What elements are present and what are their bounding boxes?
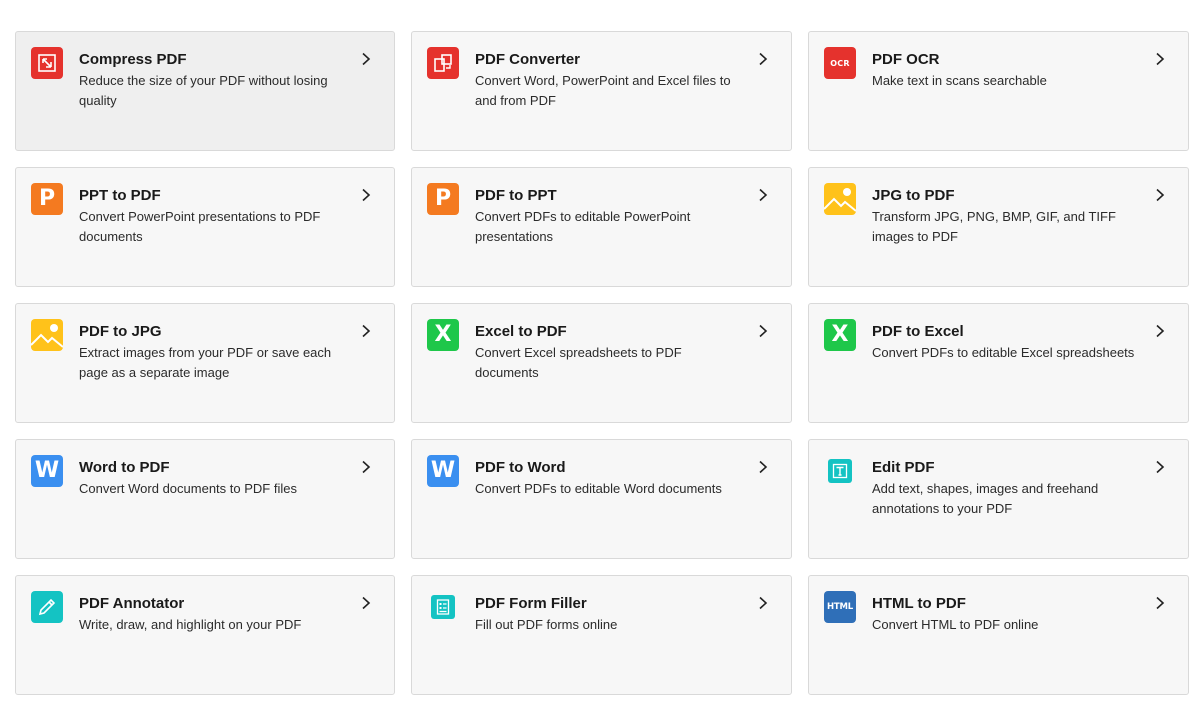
tool-card-ppt-to-pdf[interactable]: P PPT to PDF Convert PowerPoint presenta… [15,167,395,287]
tool-card-pdf-to-word[interactable]: W PDF to Word Convert PDFs to editable W… [411,439,792,559]
tool-description: Fill out PDF forms online [475,617,618,632]
tool-description: Convert Word, PowerPoint and Excel files… [475,73,731,108]
excel-icon: X [427,319,459,351]
tools-grid: Compress PDF Reduce the size of your PDF… [15,31,1189,695]
tool-card-word-to-pdf[interactable]: W Word to PDF Convert Word documents to … [15,439,395,559]
powerpoint-icon: P [427,183,459,215]
chevron-right-icon [759,188,768,202]
tool-title: HTML to PDF [872,595,966,612]
edit-text-icon [828,459,852,483]
tool-card-pdf-to-jpg[interactable]: PDF to JPG Extract images from your PDF … [15,303,395,423]
tool-card-pdf-ocr[interactable]: OCR PDF OCR Make text in scans searchabl… [808,31,1189,151]
tool-description: Convert PDFs to editable Word documents [475,481,722,496]
tool-description: Convert HTML to PDF online [872,617,1039,632]
tool-title: PDF to JPG [79,323,162,340]
ocr-icon: OCR [824,47,856,79]
tool-title: Word to PDF [79,459,170,476]
tool-title: PPT to PDF [79,187,161,204]
tool-title: PDF OCR [872,51,940,68]
image-icon [31,319,63,351]
html-icon: HTML [824,591,856,623]
powerpoint-icon-letter: P [38,186,56,211]
tool-card-edit-pdf[interactable]: Edit PDF Add text, shapes, images and fr… [808,439,1189,559]
image-icon [824,183,856,215]
chevron-right-icon [759,460,768,474]
tool-description: Reduce the size of your PDF without losi… [79,73,328,108]
powerpoint-icon: P [31,183,63,215]
tool-description: Write, draw, and highlight on your PDF [79,617,302,632]
pencil-icon [31,591,63,623]
tool-card-pdf-to-excel[interactable]: X PDF to Excel Convert PDFs to editable … [808,303,1189,423]
chevron-right-icon [759,324,768,338]
powerpoint-icon-letter: P [434,186,452,211]
tool-description: Make text in scans searchable [872,73,1047,88]
tool-description: Convert Excel spreadsheets to PDF docume… [475,345,682,380]
tool-title: Excel to PDF [475,323,567,340]
chevron-right-icon [362,460,371,474]
tool-description: Convert PDFs to editable PowerPoint pres… [475,209,691,244]
chevron-right-icon [1156,460,1165,474]
tool-description: Convert PowerPoint presentations to PDF … [79,209,321,244]
tool-title: PDF Annotator [79,595,185,612]
tool-title: PDF to Excel [872,323,964,340]
excel-icon-letter: X [434,322,452,347]
tool-title: PDF to Word [475,459,566,476]
compress-icon [31,47,63,79]
tool-description: Add text, shapes, images and freehand an… [872,481,1099,516]
tool-card-html-to-pdf[interactable]: HTML HTML to PDF Convert HTML to PDF onl… [808,575,1189,695]
convert-icon [427,47,459,79]
word-icon-letter: W [430,458,456,483]
ocr-icon-text: OCR [830,58,850,68]
chevron-right-icon [362,596,371,610]
form-icon [431,595,455,619]
chevron-right-icon [759,596,768,610]
tool-card-jpg-to-pdf[interactable]: JPG to PDF Transform JPG, PNG, BMP, GIF,… [808,167,1189,287]
tool-card-pdf-converter[interactable]: PDF Converter Convert Word, PowerPoint a… [411,31,792,151]
tool-description: Transform JPG, PNG, BMP, GIF, and TIFF i… [872,209,1116,244]
word-icon-letter: W [34,458,60,483]
tool-description: Extract images from your PDF or save eac… [79,345,332,380]
chevron-right-icon [362,188,371,202]
chevron-right-icon [362,324,371,338]
tool-title: PDF Converter [475,51,581,68]
tool-title: PDF Form Filler [475,595,587,612]
excel-icon-letter: X [831,322,849,347]
tool-card-pdf-annotator[interactable]: PDF Annotator Write, draw, and highlight… [15,575,395,695]
chevron-right-icon [1156,596,1165,610]
tool-description: Convert Word documents to PDF files [79,481,297,496]
tool-title: JPG to PDF [872,187,955,204]
chevron-right-icon [362,52,371,66]
word-icon: W [427,455,459,487]
tool-title: Edit PDF [872,459,935,476]
word-icon: W [31,455,63,487]
tool-card-pdf-form-filler[interactable]: PDF Form Filler Fill out PDF forms onlin… [411,575,792,695]
tool-card-compress-pdf[interactable]: Compress PDF Reduce the size of your PDF… [15,31,395,151]
tool-title: PDF to PPT [475,187,557,204]
tool-card-pdf-to-ppt[interactable]: P PDF to PPT Convert PDFs to editable Po… [411,167,792,287]
html-icon-text: HTML [827,602,853,612]
tool-title: Compress PDF [79,51,187,68]
excel-icon: X [824,319,856,351]
tool-description: Convert PDFs to editable Excel spreadshe… [872,345,1135,360]
chevron-right-icon [1156,52,1165,66]
tool-card-excel-to-pdf[interactable]: X Excel to PDF Convert Excel spreadsheet… [411,303,792,423]
chevron-right-icon [1156,188,1165,202]
chevron-right-icon [1156,324,1165,338]
chevron-right-icon [759,52,768,66]
